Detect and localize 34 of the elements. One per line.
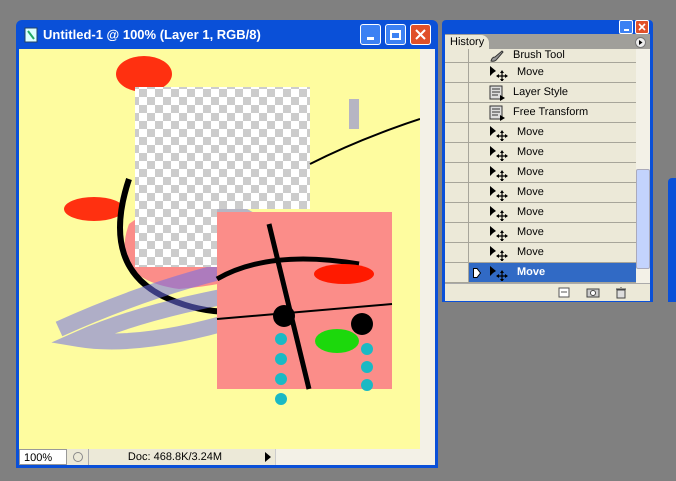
close-icon [415,29,426,40]
move-tool-icon [489,204,509,220]
move-tool-icon [489,224,509,240]
minimize-button[interactable] [360,24,381,45]
scrollbar-thumb[interactable] [636,169,650,269]
window-title: Untitled-1 @ 100% (Layer 1, RGB/8) [43,26,262,44]
vertical-scrollbar[interactable] [636,49,650,283]
zoom-field[interactable]: 100% [19,449,67,465]
move-tool-icon [489,244,509,260]
document-icon [489,84,505,100]
move-tool-icon [489,124,509,140]
minimize-button[interactable] [619,20,633,34]
camera-icon[interactable] [586,287,600,298]
new-document-icon[interactable] [558,287,570,298]
document-icon [489,104,505,120]
panel-menu-icon[interactable] [635,37,646,48]
trash-icon[interactable] [616,286,626,298]
document-icon [23,26,39,42]
history-tab[interactable]: History [445,35,490,49]
history-item[interactable]: Move [469,263,636,282]
move-tool-icon [489,184,509,200]
move-tool-icon [489,144,509,160]
close-button[interactable] [635,20,649,34]
horizontal-scrollbar[interactable] [275,449,435,465]
move-tool-icon [489,164,509,180]
close-icon [638,23,646,31]
maximize-button[interactable] [385,24,406,45]
vertical-scrollbar[interactable] [420,49,435,449]
move-tool-icon [489,64,509,80]
history-state-marker-icon [473,268,481,278]
document-size-info: Doc: 468.8K/3.24M [126,450,224,465]
close-button[interactable] [410,24,431,45]
status-menu-icon [72,452,82,462]
move-tool-icon [489,264,509,280]
